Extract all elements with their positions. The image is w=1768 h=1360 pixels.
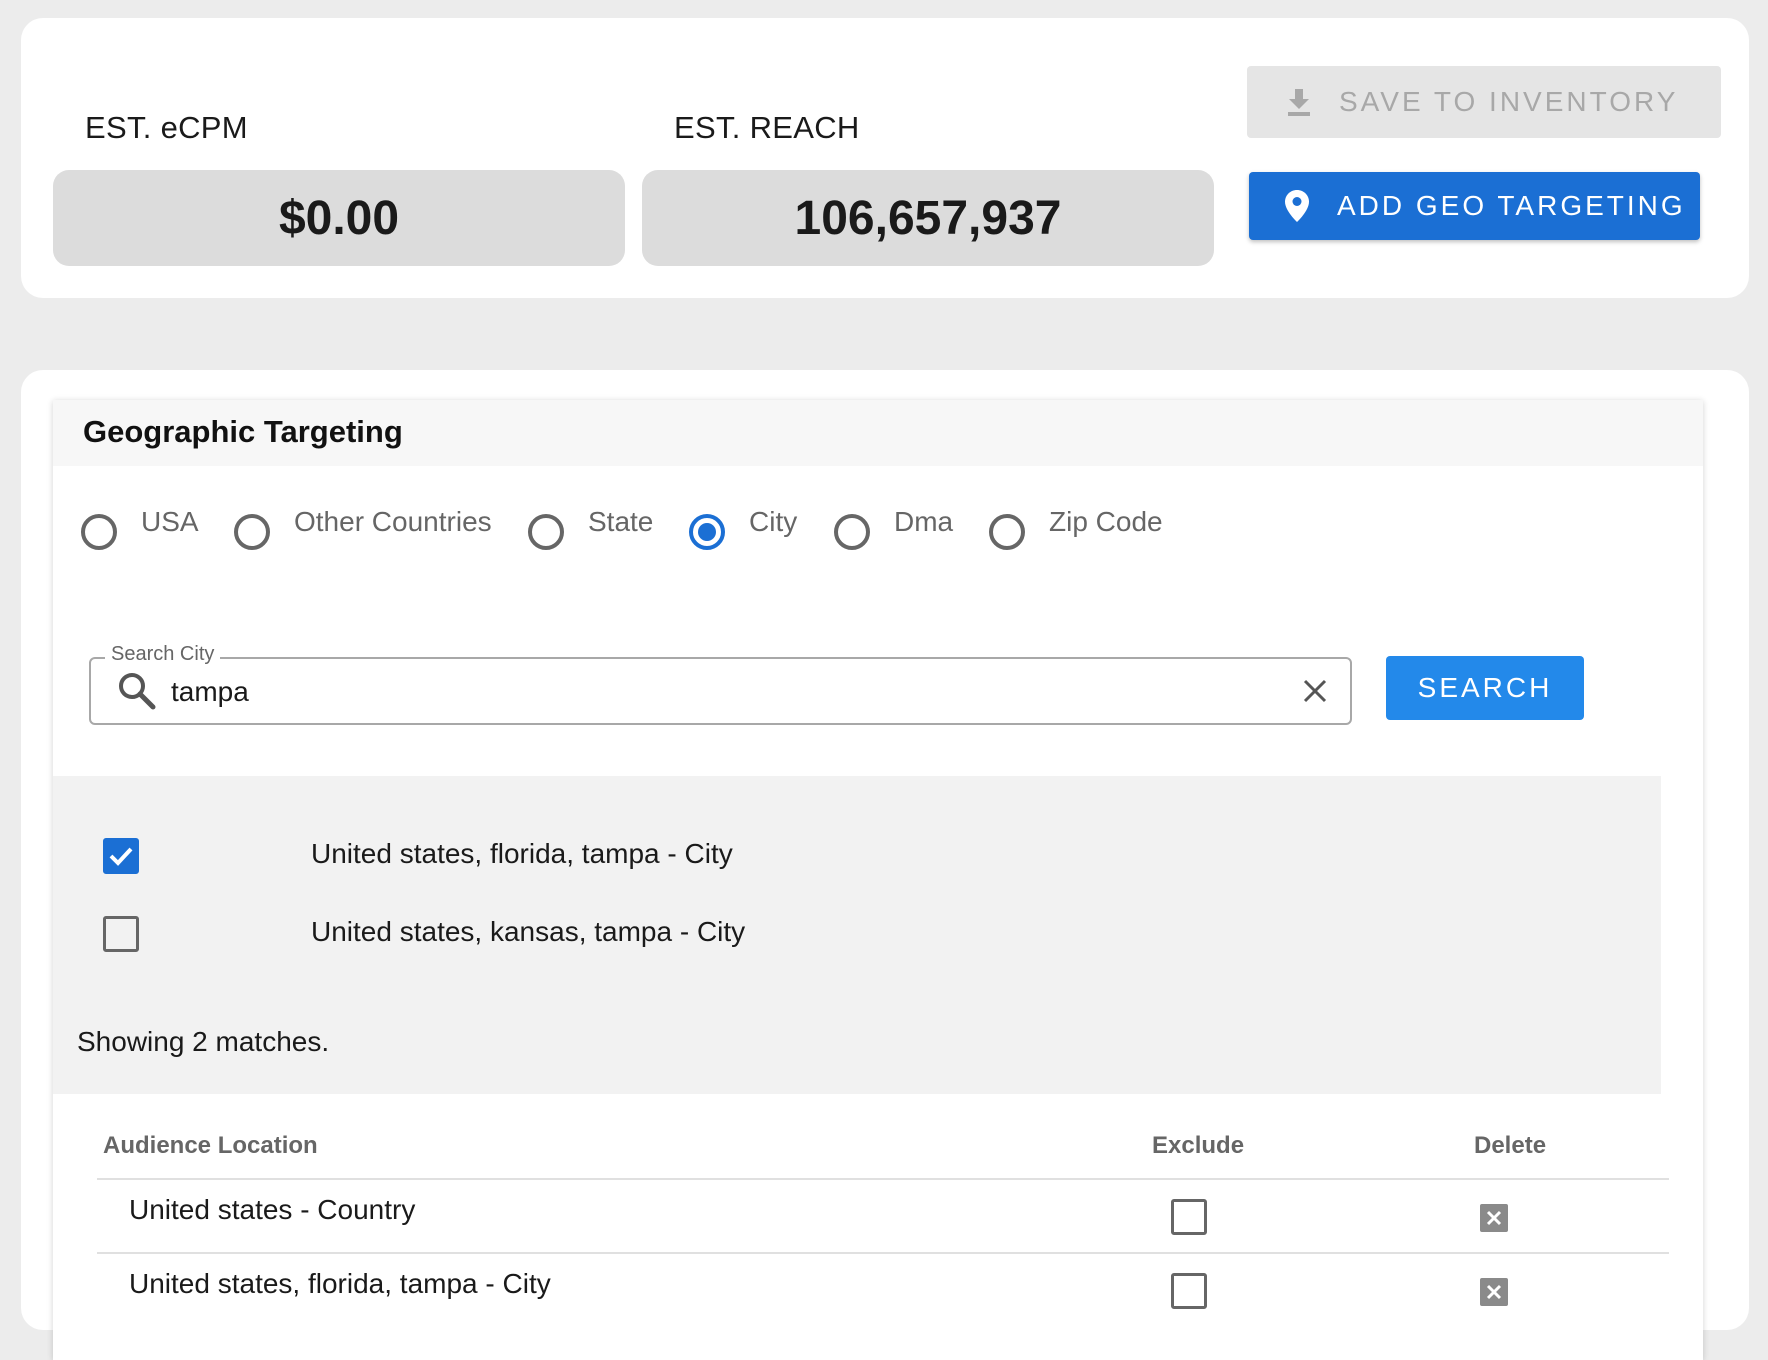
radio-city-circle <box>689 514 725 550</box>
search-city-input[interactable] <box>169 671 1253 713</box>
radio-city[interactable]: City <box>689 506 797 550</box>
radio-zip-code-circle <box>989 514 1025 550</box>
save-to-inventory-label: SAVE TO INVENTORY <box>1339 86 1679 117</box>
matches-count: Showing 2 matches. <box>77 1026 330 1057</box>
radio-dma-circle <box>834 514 870 550</box>
table-divider <box>97 1178 1669 1180</box>
radio-dma[interactable]: Dma <box>834 506 953 550</box>
geo-card: Geographic Targeting USA Other Countries… <box>21 370 1749 1360</box>
delete-icon[interactable] <box>1480 1204 1508 1232</box>
reach-value: 106,657,937 <box>642 170 1214 266</box>
audience-location-cell: United states - Country <box>129 1194 416 1225</box>
radio-other-countries[interactable]: Other Countries <box>234 506 492 550</box>
stats-card: EST. eCPM $0.00 EST. REACH 106,657,937 S… <box>21 18 1749 298</box>
audience-location-cell: United states, florida, tampa - City <box>129 1268 551 1299</box>
radio-zip-code-label: Zip Code <box>1049 506 1163 537</box>
reach-label: EST. REACH <box>674 110 860 145</box>
ecpm-label: EST. eCPM <box>85 110 248 145</box>
radio-selected-dot <box>698 523 716 541</box>
table-divider <box>97 1252 1669 1254</box>
ecpm-value: $0.00 <box>53 170 625 266</box>
save-to-inventory-button[interactable]: SAVE TO INVENTORY <box>1247 66 1721 138</box>
result-checkbox-checked[interactable] <box>103 838 139 874</box>
search-results: United states, florida, tampa - City Uni… <box>53 776 1661 1094</box>
result-checkbox[interactable] <box>103 916 139 952</box>
search-city-legend: Search City <box>105 643 221 666</box>
add-geo-targeting-button[interactable]: ADD GEO TARGETING <box>1249 172 1700 240</box>
radio-city-label: City <box>749 506 798 537</box>
header-delete: Delete <box>1474 1132 1547 1159</box>
clear-icon[interactable] <box>1301 677 1329 705</box>
radio-state-label: State <box>588 506 654 537</box>
geo-targeting-panel: Geographic Targeting USA Other Countries… <box>53 400 1703 1360</box>
radio-other-countries-label: Other Countries <box>294 506 492 537</box>
panel-header: Geographic Targeting <box>53 400 1703 466</box>
search-button[interactable]: SEARCH <box>1386 656 1584 720</box>
add-geo-targeting-label: ADD GEO TARGETING <box>1337 190 1686 221</box>
radio-state[interactable]: State <box>528 506 653 550</box>
delete-icon[interactable] <box>1480 1278 1508 1306</box>
radio-usa-label: USA <box>141 506 199 537</box>
radio-zip-code[interactable]: Zip Code <box>989 506 1163 550</box>
exclude-checkbox[interactable] <box>1171 1273 1207 1309</box>
location-pin-icon <box>1279 188 1315 224</box>
result-row: United states, florida, tampa - City <box>53 824 1661 884</box>
checkmark-icon <box>109 847 133 866</box>
header-audience-location: Audience Location <box>103 1132 318 1159</box>
radio-usa[interactable]: USA <box>81 506 199 550</box>
radio-other-countries-circle <box>234 514 270 550</box>
result-label: United states, kansas, tampa - City <box>311 916 746 947</box>
search-city-field: Search City <box>89 643 1352 725</box>
result-label: United states, florida, tampa - City <box>311 838 733 869</box>
header-exclude: Exclude <box>1152 1132 1245 1159</box>
search-icon <box>117 671 157 711</box>
download-icon <box>1281 84 1317 120</box>
radio-state-circle <box>528 514 564 550</box>
exclude-checkbox[interactable] <box>1171 1199 1207 1235</box>
panel-title: Geographic Targeting <box>83 414 403 449</box>
result-row: United states, kansas, tampa - City <box>53 902 1661 962</box>
radio-dma-label: Dma <box>894 506 954 537</box>
radio-usa-circle <box>81 514 117 550</box>
